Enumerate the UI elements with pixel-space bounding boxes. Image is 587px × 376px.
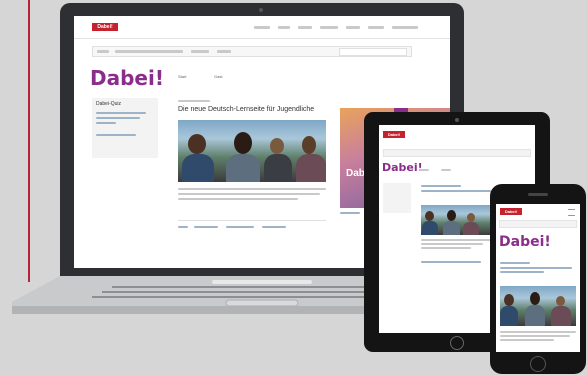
laptop-camera xyxy=(259,8,263,12)
person xyxy=(463,222,479,235)
nav-item[interactable] xyxy=(346,26,360,29)
search-field[interactable] xyxy=(339,48,407,56)
person xyxy=(270,138,284,154)
article-text-line xyxy=(500,339,554,341)
article-footer-link[interactable] xyxy=(421,261,481,263)
nav-item[interactable] xyxy=(320,26,338,29)
article-meta xyxy=(421,185,461,187)
sidebar: Dabei-Quiz xyxy=(92,98,158,158)
nav-item[interactable] xyxy=(392,26,418,29)
article-heading xyxy=(500,271,544,273)
site-title: Dabei! xyxy=(382,161,423,174)
person xyxy=(556,296,565,306)
menu-icon[interactable] xyxy=(568,209,575,216)
article-footer-link[interactable] xyxy=(262,226,286,228)
site-title: Dabei! xyxy=(90,66,164,90)
phone-speaker xyxy=(528,193,548,196)
person xyxy=(525,305,545,326)
article-footer-link[interactable] xyxy=(226,226,254,228)
phone-home-button[interactable] xyxy=(530,356,546,372)
article-photo xyxy=(500,286,576,326)
sidebar-title: Dabei-Quiz xyxy=(96,101,122,107)
article-text-line xyxy=(421,243,483,245)
article-text-line xyxy=(421,239,491,241)
top-navigation xyxy=(254,26,424,29)
site-logo[interactable]: Dabei! xyxy=(500,208,522,215)
person xyxy=(188,134,206,154)
sidebar-link[interactable] xyxy=(96,122,116,124)
article-text-line xyxy=(178,198,298,200)
person xyxy=(422,221,438,235)
person xyxy=(467,213,475,222)
person xyxy=(264,154,292,182)
sidebar-link[interactable] xyxy=(96,112,146,114)
nav-item[interactable] xyxy=(254,26,270,29)
tab-item[interactable] xyxy=(419,169,429,171)
nav-item[interactable] xyxy=(298,26,312,29)
article-text-line xyxy=(178,188,326,190)
breadcrumb-item[interactable] xyxy=(217,50,231,53)
breadcrumb-item[interactable] xyxy=(97,50,109,53)
breadcrumb-item[interactable] xyxy=(191,50,209,53)
header-divider xyxy=(74,38,450,39)
article-heading: Die neue Deutsch-Lernseite für Jugendlic… xyxy=(178,106,315,113)
tab-start[interactable]: Start xyxy=(178,74,186,79)
breadcrumb-bar xyxy=(92,46,412,57)
phone-breadcrumb xyxy=(499,220,577,228)
tab-gast[interactable]: Gast xyxy=(214,74,222,79)
person xyxy=(425,211,434,221)
article-footer-link[interactable] xyxy=(178,226,188,228)
article-text-line xyxy=(421,247,471,249)
nav-item[interactable] xyxy=(368,26,384,29)
person xyxy=(500,306,518,326)
sidebar xyxy=(383,183,411,213)
breadcrumb-item[interactable] xyxy=(115,50,183,53)
article-text-line xyxy=(178,193,320,195)
site-logo[interactable]: Dabei! xyxy=(92,23,118,31)
person xyxy=(447,210,456,221)
person xyxy=(443,221,460,235)
person xyxy=(296,154,326,182)
sidebar-link[interactable] xyxy=(96,134,136,136)
sidebar-link[interactable] xyxy=(96,117,140,119)
article-meta xyxy=(500,262,530,264)
article-divider xyxy=(178,220,326,221)
teaser-caption[interactable] xyxy=(340,212,360,214)
article-photo xyxy=(178,120,326,182)
article-footer-link[interactable] xyxy=(194,226,218,228)
left-accent-line xyxy=(28,0,30,282)
article-heading xyxy=(500,267,572,269)
site-logo[interactable]: Dabei! xyxy=(383,131,405,138)
phone-screen: Dabei! Dabei! xyxy=(496,204,580,352)
article-photo xyxy=(421,205,491,235)
person xyxy=(530,292,540,305)
nav-item[interactable] xyxy=(278,26,290,29)
tablet-home-button[interactable] xyxy=(450,336,464,350)
tablet-breadcrumb xyxy=(383,149,531,157)
person xyxy=(226,154,260,182)
article-text-line xyxy=(500,331,576,333)
person xyxy=(234,132,252,154)
site-title: Dabei! xyxy=(499,234,551,250)
tablet-camera xyxy=(455,118,459,122)
person xyxy=(551,306,571,326)
tab-item[interactable] xyxy=(441,169,451,171)
article-text-line xyxy=(500,335,570,337)
person xyxy=(504,294,514,306)
article-meta xyxy=(178,100,210,102)
person xyxy=(182,154,214,182)
person xyxy=(302,136,316,154)
article-heading xyxy=(421,190,491,192)
